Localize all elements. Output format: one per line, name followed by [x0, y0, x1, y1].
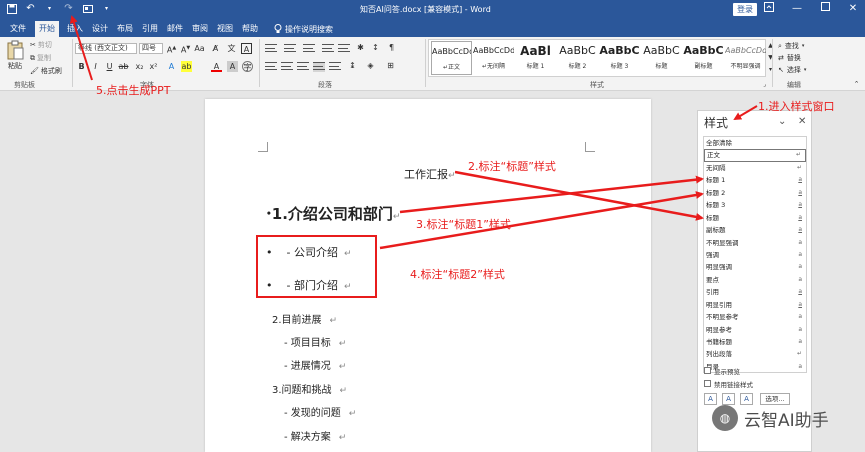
annotation-heading1-style: 3.标注“标题1”样式: [416, 218, 511, 231]
watermark-text: 云智AI助手: [744, 410, 829, 431]
annotation-generate-ppt: 5.点击生成PPT: [96, 84, 171, 97]
watermark: ◍ 云智AI助手: [712, 405, 829, 431]
annotation-open-pane: 1.进入样式窗口: [758, 100, 835, 113]
annotation-title-style: 2.标注“标题”样式: [468, 160, 556, 173]
arrow-title-style: [454, 170, 704, 221]
arrow-pane: [733, 105, 758, 121]
arrow-ppt: [70, 15, 93, 81]
arrow-heading1-style: [399, 175, 704, 214]
wechat-icon: ◍: [712, 405, 738, 431]
annotation-heading2-style: 4.标注“标题2”样式: [410, 268, 505, 281]
